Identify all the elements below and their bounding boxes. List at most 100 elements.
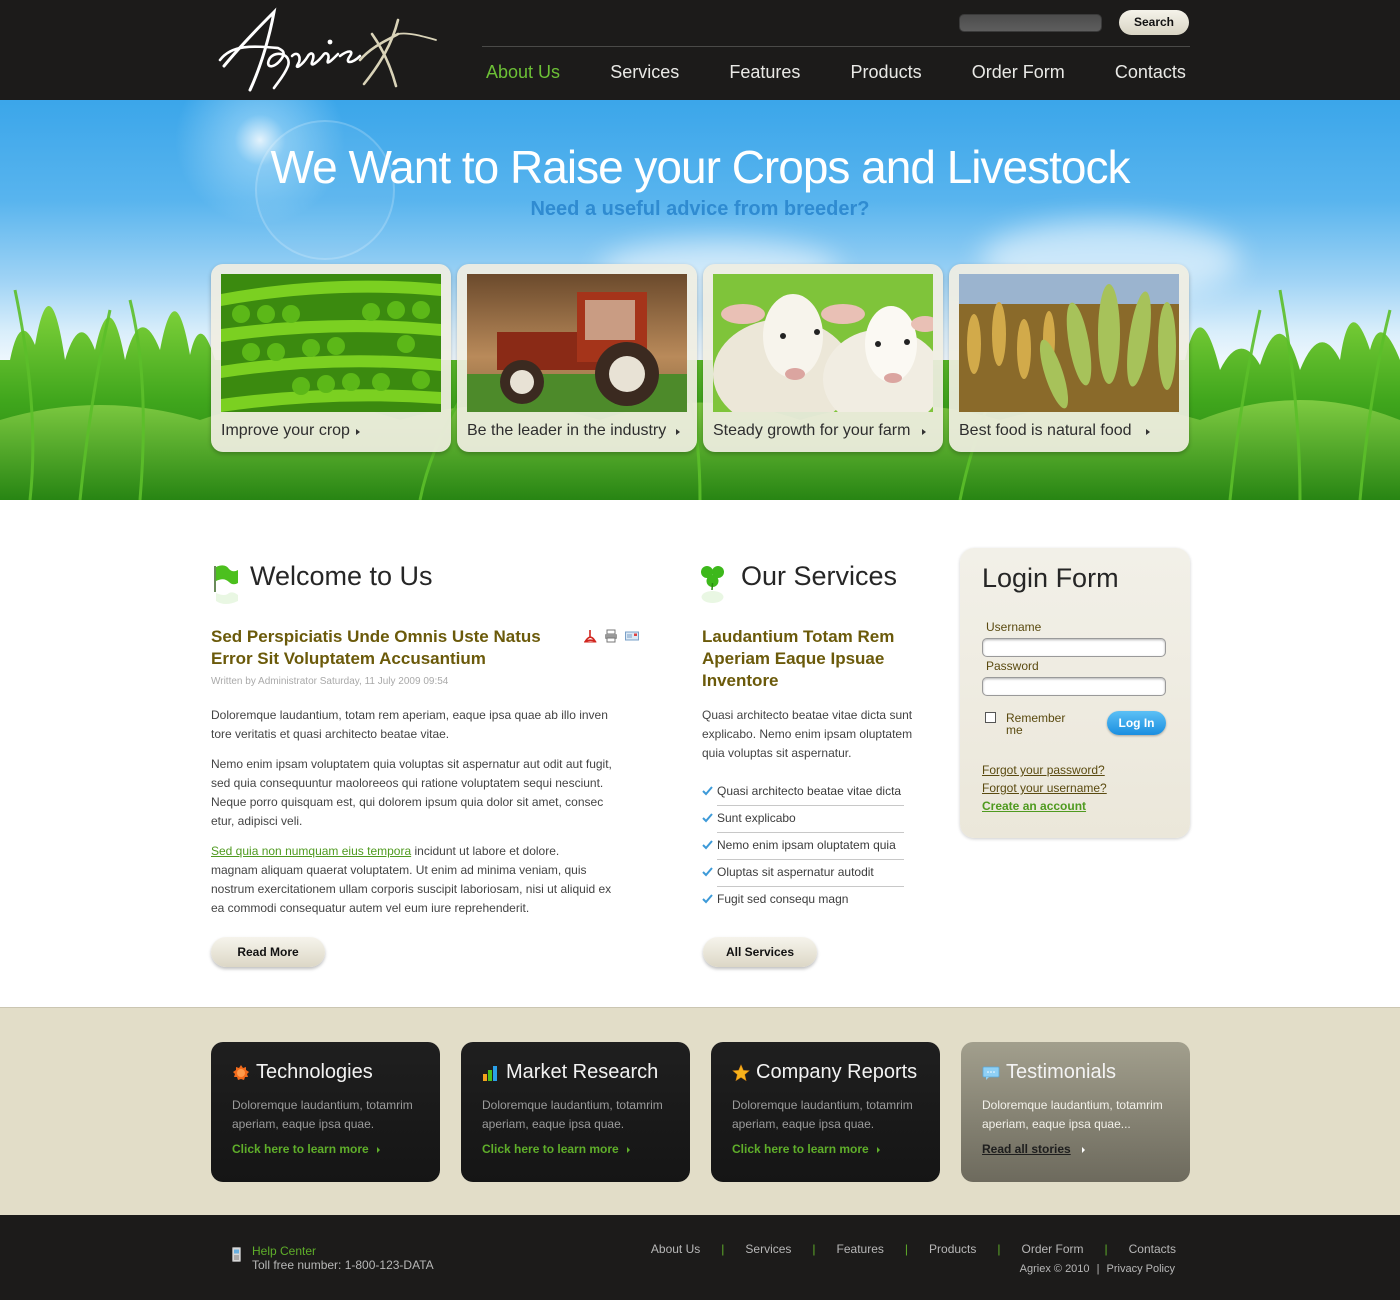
all-services-button[interactable]: All Services bbox=[703, 937, 817, 967]
text-line: Doloremque laudantium, totamrim bbox=[482, 1098, 663, 1112]
password-label: Password bbox=[986, 659, 1039, 673]
nav-products[interactable]: Products bbox=[847, 60, 926, 88]
tile-natural-food[interactable]: Best food is natural food bbox=[949, 264, 1189, 452]
separator: | bbox=[721, 1242, 725, 1256]
nav-features[interactable]: Features bbox=[725, 60, 804, 88]
footer-nav-contacts[interactable]: Contacts bbox=[1129, 1242, 1176, 1256]
learn-more-link[interactable]: Click here to learn more bbox=[232, 1142, 369, 1156]
checkmark-icon bbox=[702, 867, 713, 877]
orange-gear-icon bbox=[233, 1065, 249, 1080]
tile-leader-industry[interactable]: Be the leader in the industry bbox=[457, 264, 697, 452]
create-account-link[interactable]: Create an account bbox=[982, 799, 1086, 813]
article-meta: Written by Administrator Saturday, 11 Ju… bbox=[211, 676, 449, 687]
checkmark-icon bbox=[702, 813, 713, 823]
card-title: Technologies bbox=[256, 1061, 373, 1083]
login-form: Login Form Username Password Remember me… bbox=[960, 548, 1190, 838]
nav-order-form[interactable]: Order Form bbox=[968, 60, 1069, 88]
arrow-right-icon bbox=[922, 429, 926, 435]
article-title[interactable]: Sed Perspiciatis Unde Omnis Uste Natus E… bbox=[211, 626, 541, 670]
email-icon[interactable] bbox=[625, 629, 639, 643]
text-line: Quasi architecto beatae vitae dicta sunt bbox=[702, 708, 913, 722]
list-item-label: Oluptas sit aspernatur autodit bbox=[717, 865, 874, 879]
tile-caption: Best food is natural food bbox=[959, 422, 1132, 439]
username-input[interactable] bbox=[982, 638, 1166, 657]
footer-nav-features[interactable]: Features bbox=[837, 1242, 884, 1256]
sheep-image bbox=[713, 274, 933, 412]
nav-contacts[interactable]: Contacts bbox=[1111, 60, 1190, 88]
card-market-research: Market Research Doloremque laudantium, t… bbox=[461, 1042, 690, 1182]
list-item[interactable]: Fugit sed consequ magn bbox=[702, 887, 904, 914]
label-line: me bbox=[1006, 723, 1023, 737]
services-article-title[interactable]: Laudantium Totam Rem Aperiam Eaque Ipsua… bbox=[702, 626, 894, 692]
article-title-line: Laudantium Totam Rem bbox=[702, 627, 895, 646]
card-text: Doloremque laudantium, totamrim aperiam,… bbox=[482, 1096, 682, 1134]
text-line: sed quia consequuntur maoloreeos qui rat… bbox=[211, 776, 604, 790]
read-all-stories-link[interactable]: Read all stories bbox=[982, 1142, 1071, 1156]
bar-chart-icon bbox=[483, 1066, 497, 1081]
hero-title: We Want to Raise your Crops and Livestoc… bbox=[270, 141, 1131, 193]
text-line: Sed quia non numquam eius tempora incidu… bbox=[211, 842, 611, 861]
footer-nav-about-us[interactable]: About Us bbox=[651, 1242, 700, 1256]
inline-link[interactable]: Sed quia non numquam eius tempora bbox=[211, 844, 411, 858]
article-title-line: Aperiam Eaque Ipsuae bbox=[702, 649, 885, 668]
list-item[interactable]: Oluptas sit aspernatur autodit bbox=[702, 860, 904, 887]
checkmark-icon bbox=[702, 840, 713, 850]
separator: | bbox=[812, 1242, 816, 1256]
privacy-policy-link[interactable]: Privacy Policy bbox=[1107, 1263, 1175, 1275]
paragraph: Doloremque laudantium, totam rem aperiam… bbox=[211, 706, 608, 744]
text-line: Nemo enim ipsam voluptatem quia voluptas… bbox=[211, 757, 612, 771]
learn-more-link[interactable]: Click here to learn more bbox=[732, 1142, 869, 1156]
text-line: Doloremque laudantium, totamrim bbox=[982, 1098, 1163, 1112]
tile-caption: Improve your crop bbox=[221, 422, 350, 439]
text-line: ea commodi consequatur autem vel eum iur… bbox=[211, 901, 530, 915]
services-intro: Quasi architecto beatae vitae dicta sunt… bbox=[702, 706, 912, 763]
site-footer: Help Center Toll free number: 1-800-123-… bbox=[0, 1215, 1400, 1300]
card-testimonials: Testimonials Doloremque laudantium, tota… bbox=[961, 1042, 1190, 1182]
text-line: aperiam, eaque ipsa quae. bbox=[732, 1117, 875, 1131]
footer-nav-products[interactable]: Products bbox=[929, 1242, 976, 1256]
mobile-phone-icon bbox=[232, 1247, 241, 1262]
password-input[interactable] bbox=[982, 677, 1166, 696]
text-line: Doloremque laudantium, totam rem aperiam… bbox=[211, 708, 608, 722]
remember-me-label[interactable]: Remember me bbox=[1006, 712, 1086, 736]
search-input[interactable] bbox=[959, 14, 1102, 32]
tile-improve-crop[interactable]: Improve your crop bbox=[211, 264, 451, 452]
agriex-logo[interactable] bbox=[212, 4, 444, 96]
text-line: aperiam, eaque ipsa quae. bbox=[482, 1117, 625, 1131]
pdf-icon[interactable] bbox=[583, 629, 597, 643]
footer-nav-order-form[interactable]: Order Form bbox=[1022, 1242, 1084, 1256]
footer-nav-services[interactable]: Services bbox=[745, 1242, 791, 1256]
article-title-line: Error Sit Voluptatem Accusantium bbox=[211, 649, 486, 668]
list-item-label: Quasi architecto beatae vitae dicta bbox=[717, 784, 902, 798]
nav-about-us[interactable]: About Us bbox=[482, 60, 564, 88]
services-title: Our Services bbox=[741, 561, 898, 591]
nav-services[interactable]: Services bbox=[606, 60, 683, 88]
text-line: aperiam, eaque ipsa quae. bbox=[232, 1117, 375, 1131]
log-in-button[interactable]: Log In bbox=[1107, 711, 1166, 735]
username-label: Username bbox=[986, 620, 1042, 634]
paragraph: Nemo enim ipsam voluptatem quia voluptas… bbox=[211, 755, 612, 831]
list-item-label: Nemo enim ipsam oluptatem quia bbox=[717, 838, 896, 852]
forgot-password-link[interactable]: Forgot your password? bbox=[982, 763, 1105, 777]
read-more-button[interactable]: Read More bbox=[211, 937, 325, 967]
welcome-title: Welcome to Us bbox=[250, 561, 433, 591]
print-icon[interactable] bbox=[604, 629, 618, 643]
list-item[interactable]: Nemo enim ipsam oluptatem quia bbox=[702, 833, 904, 860]
learn-more-link[interactable]: Click here to learn more bbox=[482, 1142, 619, 1156]
help-center-label[interactable]: Help Center bbox=[252, 1244, 316, 1258]
forgot-username-link[interactable]: Forgot your username? bbox=[982, 781, 1107, 795]
arrow-right-icon bbox=[627, 1147, 630, 1153]
list-item[interactable]: Sunt explicabo bbox=[702, 806, 904, 833]
text-line: quia voluptas sit aspernatur. bbox=[702, 746, 852, 760]
separator: | bbox=[997, 1242, 1001, 1256]
text-span: incidunt ut labore et dolore. bbox=[411, 844, 560, 858]
search-button[interactable]: Search bbox=[1119, 10, 1189, 35]
card-company-reports: Company Reports Doloremque laudantium, t… bbox=[711, 1042, 940, 1182]
card-text: Doloremque laudantium, totamrim aperiam,… bbox=[732, 1096, 932, 1134]
list-item-label: Fugit sed consequ magn bbox=[717, 892, 849, 906]
list-item[interactable]: Quasi architecto beatae vitae dicta bbox=[702, 779, 904, 806]
remember-me-checkbox[interactable] bbox=[985, 712, 996, 723]
text-line: explicabo. Nemo enim ipsam oluptatem bbox=[702, 727, 913, 741]
arrow-right-icon bbox=[377, 1147, 380, 1153]
tile-steady-growth[interactable]: Steady growth for your farm bbox=[703, 264, 943, 452]
